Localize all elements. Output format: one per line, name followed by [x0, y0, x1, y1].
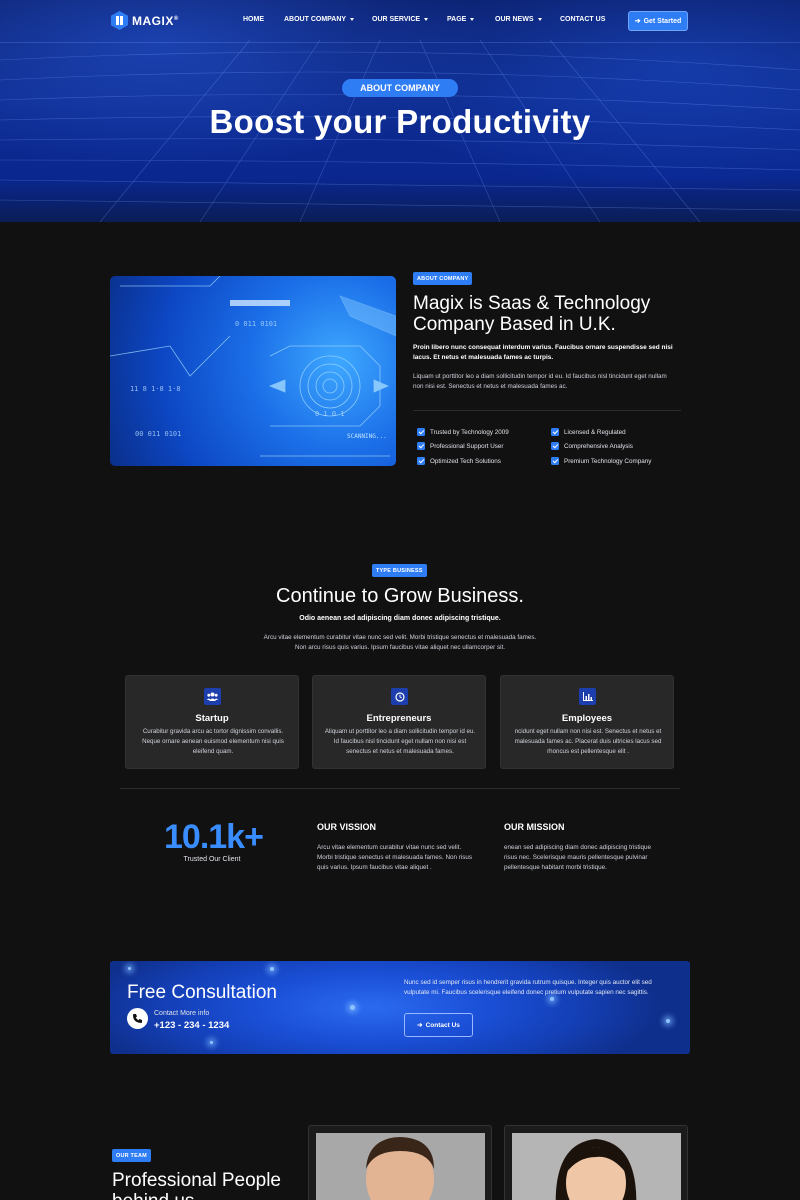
about-lead-text: Proin libero nunc consequat interdum var… [413, 344, 673, 361]
svg-text:00 011 0101: 00 011 0101 [135, 430, 181, 438]
check-item: Comprehensive Analysis [551, 442, 633, 450]
team-tag: OUR TEAM [112, 1149, 151, 1162]
nav-page[interactable]: PAGE [447, 16, 475, 23]
client-count-label: Trusted Our Client [183, 856, 241, 863]
consultation-text: Nunc sed id semper risus in hendrerit gr… [404, 979, 652, 996]
business-tag: TYPE BUSINESS [372, 564, 427, 577]
team-member-card[interactable] [308, 1125, 492, 1200]
business-title: Continue to Grow Business. [276, 585, 524, 607]
arrow-right-icon: ➔ [634, 18, 641, 25]
phone-icon [127, 1008, 148, 1029]
about-tech-image: 0 011 0101 11 8 1·8 1·8 00 011 0101 0 1 … [110, 276, 396, 466]
card-title: Entrepreneurs [366, 713, 432, 724]
business-card-startup: Startup Curabitur gravida arcu ac tortor… [125, 675, 299, 769]
business-card-employees: Employees ncidunt eget nullam non nisi e… [500, 675, 674, 769]
contact-us-button[interactable]: ➔ Contact Us [404, 1013, 473, 1037]
logo-hexagon-icon [111, 11, 128, 30]
hero-pill: ABOUT COMPANY [342, 79, 458, 97]
glow-dot [270, 967, 274, 971]
about-divider [413, 410, 681, 411]
vision-title: OUR VISSION [317, 822, 377, 832]
business-body-text: Arcu vitae elementum curabitur vitae nun… [263, 634, 537, 651]
glow-dot [210, 1041, 213, 1044]
vision-text: Arcu vitae elementum curabitur vitae nun… [317, 844, 473, 871]
checkbox-icon [551, 428, 559, 436]
nav-our-service[interactable]: OUR SERVICE [372, 16, 429, 23]
svg-text:11 8 1·8 1·8: 11 8 1·8 1·8 [130, 385, 181, 393]
check-item: Licensed & Regulated [551, 428, 626, 436]
arrow-right-icon: ➔ [417, 1022, 423, 1029]
page-title: Boost your Productivity [209, 103, 591, 140]
chevron-down-icon [350, 17, 355, 21]
chevron-down-icon [537, 17, 542, 21]
client-count: 10.1k+ [164, 818, 264, 856]
nav-home[interactable]: HOME [243, 16, 264, 23]
stats-divider [120, 788, 680, 789]
consultation-title: Free Consultation [127, 982, 277, 1003]
brand-name: MAGIX® [132, 13, 179, 28]
check-item: Trusted by Technology 2009 [417, 428, 509, 436]
about-tag: ABOUT COMPANY [413, 272, 473, 285]
scanning-text: SCANNING... [347, 433, 387, 440]
card-text: ncidunt eget nullam non nisi est. Senect… [514, 728, 662, 755]
team-title: Professional People behind us [112, 1170, 281, 1200]
glow-dot [350, 1005, 355, 1010]
team-member-photo [512, 1133, 681, 1200]
svg-text:0 011 0101: 0 011 0101 [235, 320, 277, 328]
nav-contact-us[interactable]: CONTACT US [560, 16, 605, 23]
check-item: Professional Support User [417, 442, 504, 450]
business-lead-text: Odio aenean sed adipiscing diam donec ad… [299, 615, 501, 622]
checkbox-icon [551, 442, 559, 450]
logo[interactable]: MAGIX® [111, 11, 179, 30]
get-started-label: Get Started [643, 17, 682, 25]
contact-us-label: Contact Us [425, 1021, 460, 1029]
consultation-banner: Free Consultation Contact More info +123… [110, 961, 690, 1054]
nav-about-company[interactable]: ABOUT COMPANY [284, 16, 355, 23]
glow-dot [666, 1019, 670, 1023]
check-item: Premium Technology Company [551, 457, 651, 465]
card-text: Aliquam ut porttitor leo a diam sollicit… [324, 728, 476, 755]
checkbox-icon [417, 442, 425, 450]
card-text: Curabitur gravida arcu ac tortor digniss… [142, 728, 284, 755]
contact-phone[interactable]: +123 - 234 - 1234 [154, 1020, 229, 1031]
checkbox-icon [551, 457, 559, 465]
team-member-photo [316, 1133, 485, 1200]
clock-icon [391, 688, 408, 705]
chevron-down-icon [424, 17, 429, 21]
chevron-down-icon [470, 17, 475, 21]
svg-text:0 1 0 1: 0 1 0 1 [315, 410, 345, 418]
get-started-button[interactable]: ➔ Get Started [628, 11, 688, 31]
contact-label: Contact More info [154, 1010, 210, 1017]
nav-our-news[interactable]: OUR NEWS [495, 16, 542, 23]
fingerprint-scan-illustration: 0 011 0101 11 8 1·8 1·8 00 011 0101 0 1 … [110, 276, 396, 457]
checkbox-icon [417, 457, 425, 465]
checkbox-icon [417, 428, 425, 436]
team-member-card[interactable] [504, 1125, 688, 1200]
card-title: Employees [561, 713, 613, 724]
card-title: Startup [195, 713, 229, 724]
check-item: Optimized Tech Solutions [417, 457, 501, 465]
mission-title: OUR MISSION [504, 822, 565, 832]
people-icon [204, 688, 221, 705]
business-card-entrepreneurs: Entrepreneurs Aliquam ut porttitor leo a… [312, 675, 486, 769]
about-body-text: Liquam ut porttitor leo a diam sollicitu… [413, 373, 667, 390]
about-title: Magix is Saas & Technology Company Based… [413, 293, 651, 335]
chart-icon [579, 688, 596, 705]
glow-dot [128, 967, 131, 970]
top-navigation: MAGIX® HOME ABOUT COMPANY OUR SERVICE PA… [0, 0, 800, 43]
hero-banner: MAGIX® HOME ABOUT COMPANY OUR SERVICE PA… [0, 0, 800, 222]
mission-text: enean sed adipiscing diam donec adipisci… [504, 844, 652, 871]
